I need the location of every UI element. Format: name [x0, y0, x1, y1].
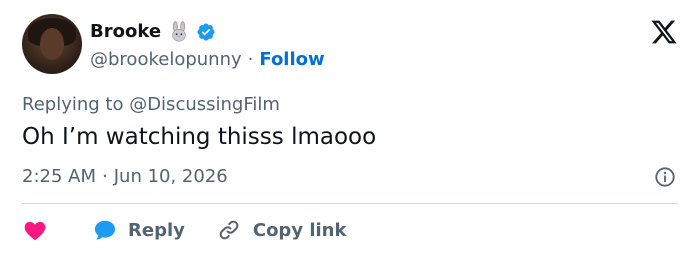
timestamp[interactable]: 2:25 AM · Jun 10, 2026: [22, 166, 228, 187]
tweet-text: Oh I’m watching thisss lmaooo: [22, 124, 377, 150]
reply-button[interactable]: Reply: [92, 217, 185, 243]
divider: [22, 203, 678, 204]
info-icon[interactable]: [654, 166, 676, 188]
like-button[interactable]: [22, 217, 48, 243]
copy-link-label: Copy link: [252, 219, 347, 241]
x-logo-icon[interactable]: [650, 18, 678, 46]
timestamp-separator: ·: [102, 166, 108, 187]
follow-button[interactable]: Follow: [259, 49, 324, 70]
tweet-embed-card: Brooke @brookelopunny · Follow Replying …: [0, 0, 700, 256]
heart-icon: [24, 221, 46, 240]
reply-label: Reply: [128, 219, 185, 241]
handle-separator: ·: [247, 48, 254, 70]
author-handle[interactable]: @brookelopunny: [90, 49, 242, 70]
tweet-time: 2:25 AM: [22, 166, 96, 187]
copy-link-button[interactable]: Copy link: [217, 218, 347, 242]
reply-bubble-icon: [94, 220, 116, 240]
rabbit-emoji-icon: [172, 20, 186, 41]
author-name[interactable]: Brooke: [90, 21, 161, 42]
replying-to-text[interactable]: Replying to @DiscussingFilm: [22, 94, 280, 115]
tweet-header: Brooke @brookelopunny · Follow: [22, 14, 325, 74]
link-icon: [219, 220, 239, 240]
avatar[interactable]: [22, 14, 82, 74]
tweet-date: Jun 10, 2026: [113, 166, 228, 187]
avatar-face: [40, 28, 64, 60]
name-row: Brooke: [90, 19, 325, 45]
user-info: Brooke @brookelopunny · Follow: [90, 19, 325, 70]
handle-row: @brookelopunny · Follow: [90, 49, 325, 70]
verified-badge-icon: [197, 22, 215, 41]
action-bar: Reply Copy link: [22, 214, 346, 246]
